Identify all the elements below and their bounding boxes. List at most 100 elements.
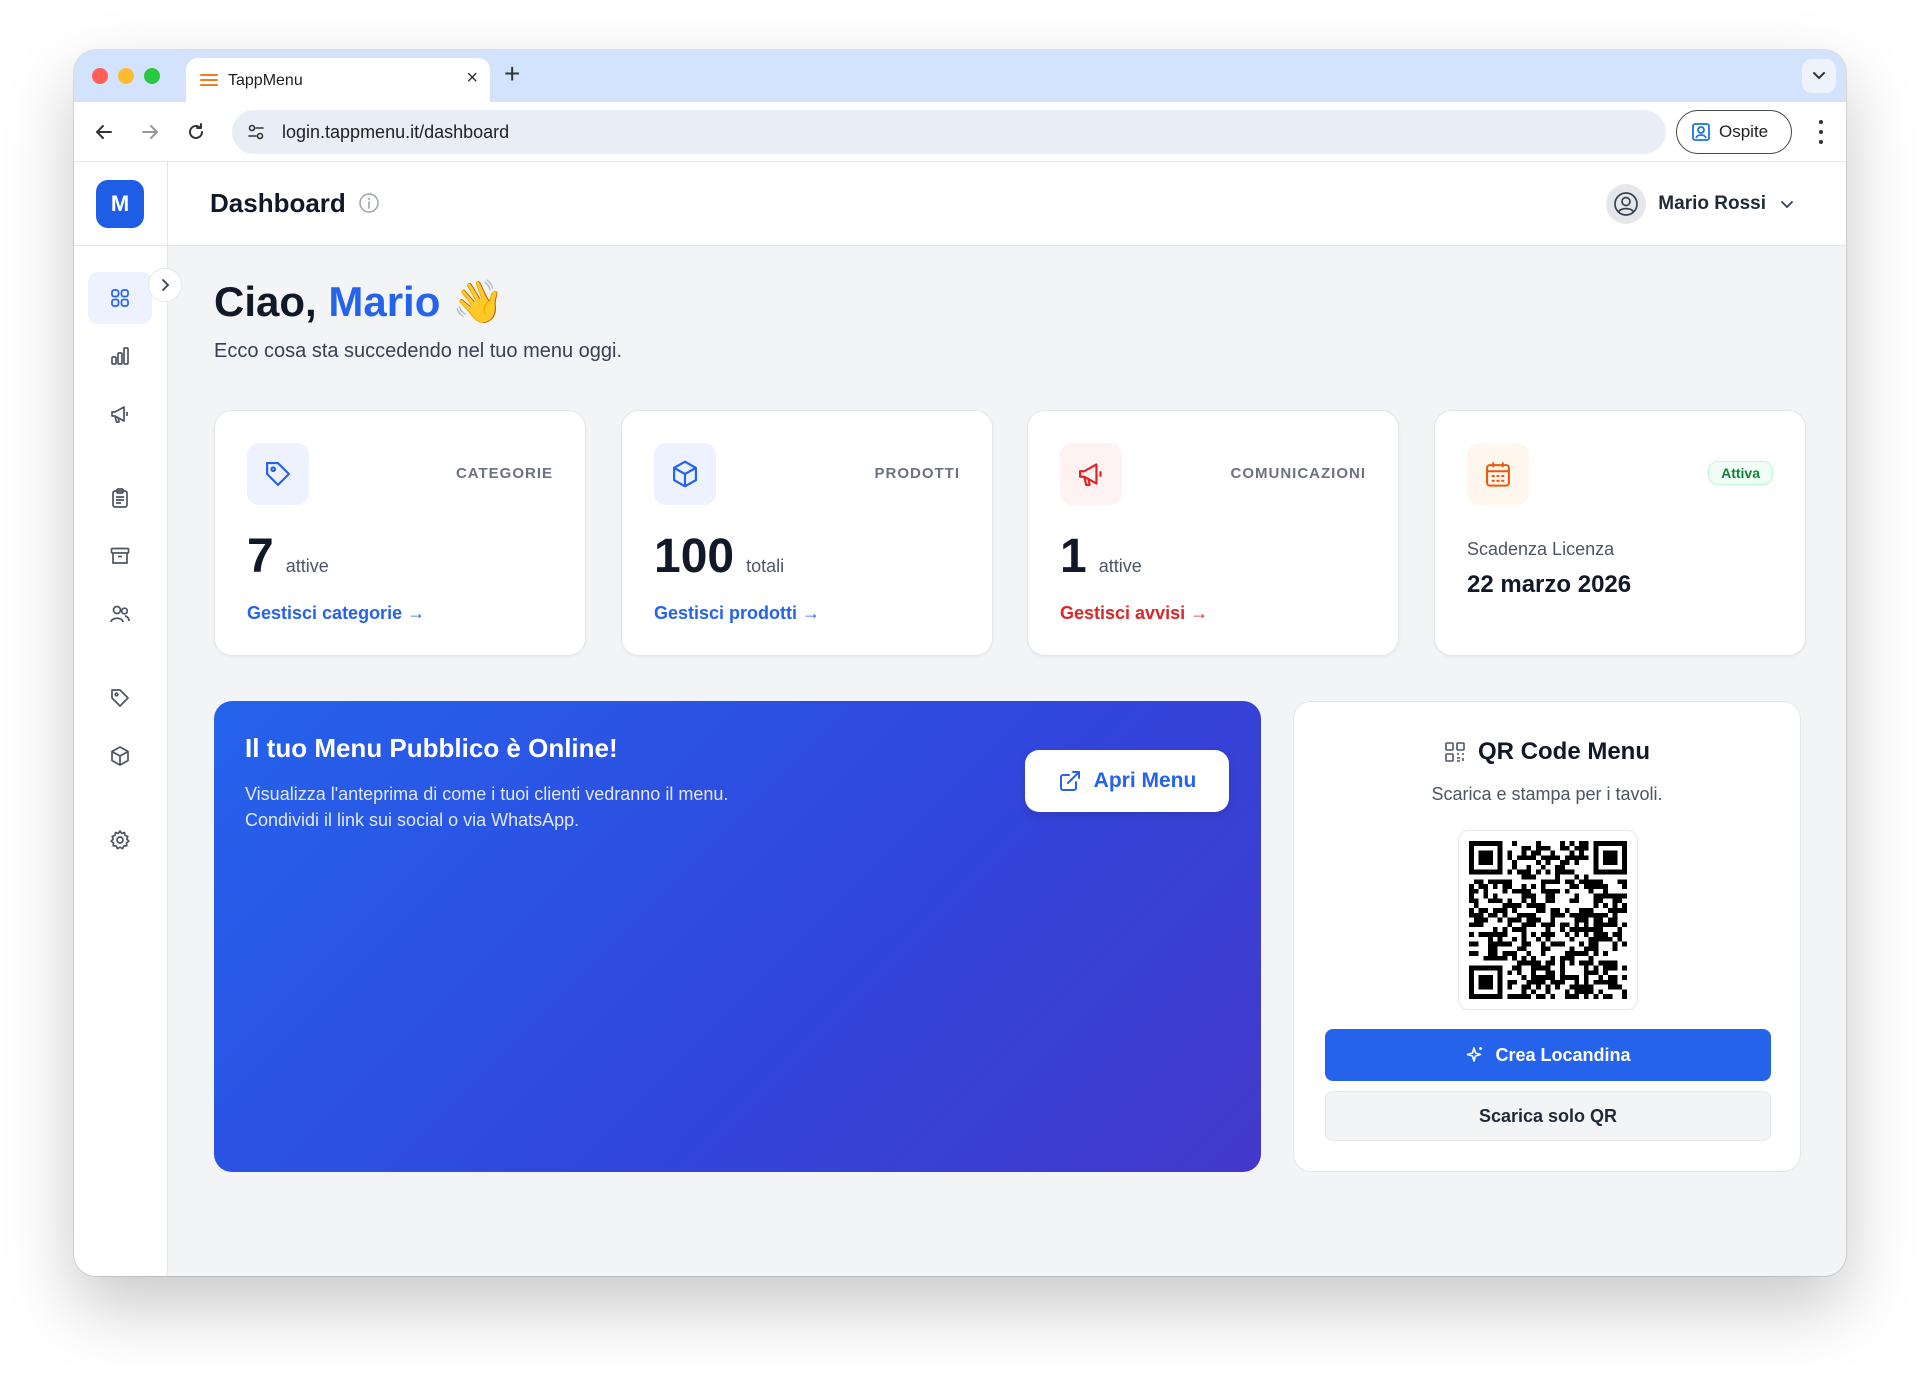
sidebar-item-users[interactable] bbox=[88, 588, 152, 640]
products-card: PRODOTTI 100 totali Gestisci prodotti → bbox=[621, 410, 993, 656]
categories-unit: attive bbox=[285, 556, 329, 576]
arrow-right-icon bbox=[142, 125, 158, 139]
app-logo[interactable]: M bbox=[96, 180, 144, 228]
profile-icon bbox=[1692, 123, 1710, 141]
profile-button[interactable]: Ospite bbox=[1676, 110, 1792, 154]
sidebar-item-products[interactable] bbox=[88, 730, 152, 782]
manage-products-link[interactable]: Gestisci prodotti → bbox=[654, 603, 820, 624]
greeting-heading: Ciao, Mario 👋 bbox=[214, 278, 504, 327]
tab-search-button[interactable] bbox=[1802, 59, 1836, 93]
open-menu-label: Apri Menu bbox=[1093, 769, 1197, 792]
info-icon[interactable] bbox=[358, 192, 380, 214]
external-link-icon bbox=[1059, 771, 1080, 791]
communications-unit: attive bbox=[1098, 556, 1142, 576]
maximize-window-button[interactable] bbox=[144, 68, 160, 84]
sidebar-item-orders[interactable] bbox=[88, 472, 152, 524]
card-icon-container bbox=[1467, 443, 1529, 505]
manage-announcements-link[interactable]: Gestisci avvisi → bbox=[1060, 603, 1208, 624]
url-text: login.tappmenu.it/dashboard bbox=[282, 122, 510, 142]
create-poster-label: Crea Locandina bbox=[1495, 1044, 1631, 1065]
user-name: Mario Rossi bbox=[1658, 193, 1766, 214]
sidebar-item-announcements[interactable] bbox=[88, 388, 152, 440]
tag-icon bbox=[266, 462, 290, 486]
card-label: COMUNICAZIONI bbox=[1230, 465, 1366, 482]
products-count: 100 bbox=[654, 530, 735, 583]
banner-line-1: Visualizza l'anteprima di come i tuoi cl… bbox=[245, 784, 729, 804]
qr-card-header: QR Code Menu bbox=[1294, 738, 1800, 766]
page-title: Dashboard bbox=[210, 188, 346, 218]
products-unit: totali bbox=[746, 556, 785, 576]
banner-line-2: Condividi il link sui social o via Whats… bbox=[245, 810, 580, 830]
chevron-down-icon bbox=[1813, 72, 1825, 80]
user-circle-icon bbox=[1614, 192, 1639, 216]
users-icon bbox=[110, 605, 130, 623]
license-label: Scadenza Licenza bbox=[1467, 539, 1615, 559]
settings-icon bbox=[110, 830, 130, 850]
megaphone-icon bbox=[111, 406, 128, 423]
qr-card-title: QR Code Menu bbox=[1478, 738, 1650, 765]
tappmenu-favicon-icon bbox=[200, 71, 218, 89]
close-window-button[interactable] bbox=[92, 68, 108, 84]
status-badge: Attiva bbox=[1708, 461, 1773, 485]
site-settings-icon[interactable] bbox=[246, 122, 266, 142]
calendar-icon bbox=[1486, 462, 1510, 487]
waving-hand-icon: 👋 bbox=[452, 278, 505, 325]
communications-card: COMUNICAZIONI 1 attive Gestisci avvisi → bbox=[1027, 410, 1399, 656]
browser-tab[interactable]: TappMenu × bbox=[186, 58, 490, 102]
reload-button[interactable] bbox=[178, 114, 214, 150]
card-icon-container bbox=[1060, 443, 1122, 505]
qr-code-icon bbox=[1445, 742, 1465, 762]
sidebar-item-categories[interactable] bbox=[88, 672, 152, 724]
sidebar-item-settings[interactable] bbox=[88, 814, 152, 866]
sidebar-divider bbox=[74, 245, 168, 246]
card-value: 100 totali bbox=[654, 529, 784, 584]
card-icon-container bbox=[247, 443, 309, 505]
public-menu-banner: Il tuo Menu Pubblico è Online! Visualizz… bbox=[214, 701, 1261, 1172]
card-label: PRODOTTI bbox=[874, 465, 960, 482]
greeting-name: Mario bbox=[328, 278, 441, 325]
categories-card: CATEGORIE 7 attive Gestisci categorie → bbox=[214, 410, 586, 656]
communications-count: 1 bbox=[1060, 530, 1087, 583]
chevron-down-icon bbox=[1781, 201, 1793, 209]
sidebar-item-dashboard[interactable] bbox=[88, 272, 152, 324]
forward-button[interactable] bbox=[132, 114, 168, 150]
chevron-right-icon bbox=[162, 279, 170, 291]
back-button[interactable] bbox=[86, 114, 122, 150]
greeting-subtitle: Ecco cosa sta succedendo nel tuo menu og… bbox=[214, 340, 623, 362]
sidebar-item-statistics[interactable] bbox=[88, 330, 152, 382]
greeting-prefix: Ciao, bbox=[214, 278, 329, 325]
close-tab-icon[interactable]: × bbox=[466, 67, 478, 90]
categories-count: 7 bbox=[247, 530, 274, 583]
new-tab-button[interactable]: + bbox=[504, 58, 520, 90]
tab-title: TappMenu bbox=[228, 72, 303, 89]
user-menu[interactable]: Mario Rossi bbox=[1606, 184, 1796, 224]
card-value: 7 attive bbox=[247, 529, 329, 584]
create-poster-button[interactable]: Crea Locandina bbox=[1325, 1029, 1771, 1081]
arrow-left-icon bbox=[96, 125, 112, 139]
address-bar[interactable]: login.tappmenu.it/dashboard bbox=[232, 110, 1666, 154]
manage-categories-link[interactable]: Gestisci categorie → bbox=[247, 603, 425, 624]
card-value: 1 attive bbox=[1060, 529, 1142, 584]
browser-menu-button[interactable] bbox=[1808, 114, 1834, 150]
card-icon-container bbox=[654, 443, 716, 505]
banner-text: Visualizza l'anteprima di come i tuoi cl… bbox=[245, 781, 728, 833]
megaphone-icon bbox=[1079, 463, 1102, 486]
card-label: CATEGORIE bbox=[455, 465, 553, 482]
bar-chart-icon bbox=[111, 347, 129, 365]
box-icon bbox=[673, 460, 697, 488]
reload-icon bbox=[189, 123, 203, 139]
license-expiry-date: 22 marzo 2026 bbox=[1467, 571, 1632, 598]
minimize-window-button[interactable] bbox=[118, 68, 134, 84]
qr-code-graphic bbox=[1469, 841, 1627, 999]
tag-icon bbox=[111, 689, 129, 707]
avatar bbox=[1606, 184, 1647, 224]
clipboard-icon bbox=[112, 488, 128, 508]
license-card: Attiva Scadenza Licenza 22 marzo 2026 bbox=[1434, 410, 1806, 656]
qr-code-image bbox=[1458, 830, 1638, 1010]
sidebar-item-archive[interactable] bbox=[88, 530, 152, 582]
profile-label: Ospite bbox=[1719, 122, 1769, 141]
tab-strip: TappMenu × + bbox=[74, 50, 1846, 102]
download-qr-button[interactable]: Scarica solo QR bbox=[1325, 1091, 1771, 1141]
open-menu-button[interactable]: Apri Menu bbox=[1025, 750, 1229, 812]
sidebar-toggle-button[interactable] bbox=[148, 268, 182, 302]
